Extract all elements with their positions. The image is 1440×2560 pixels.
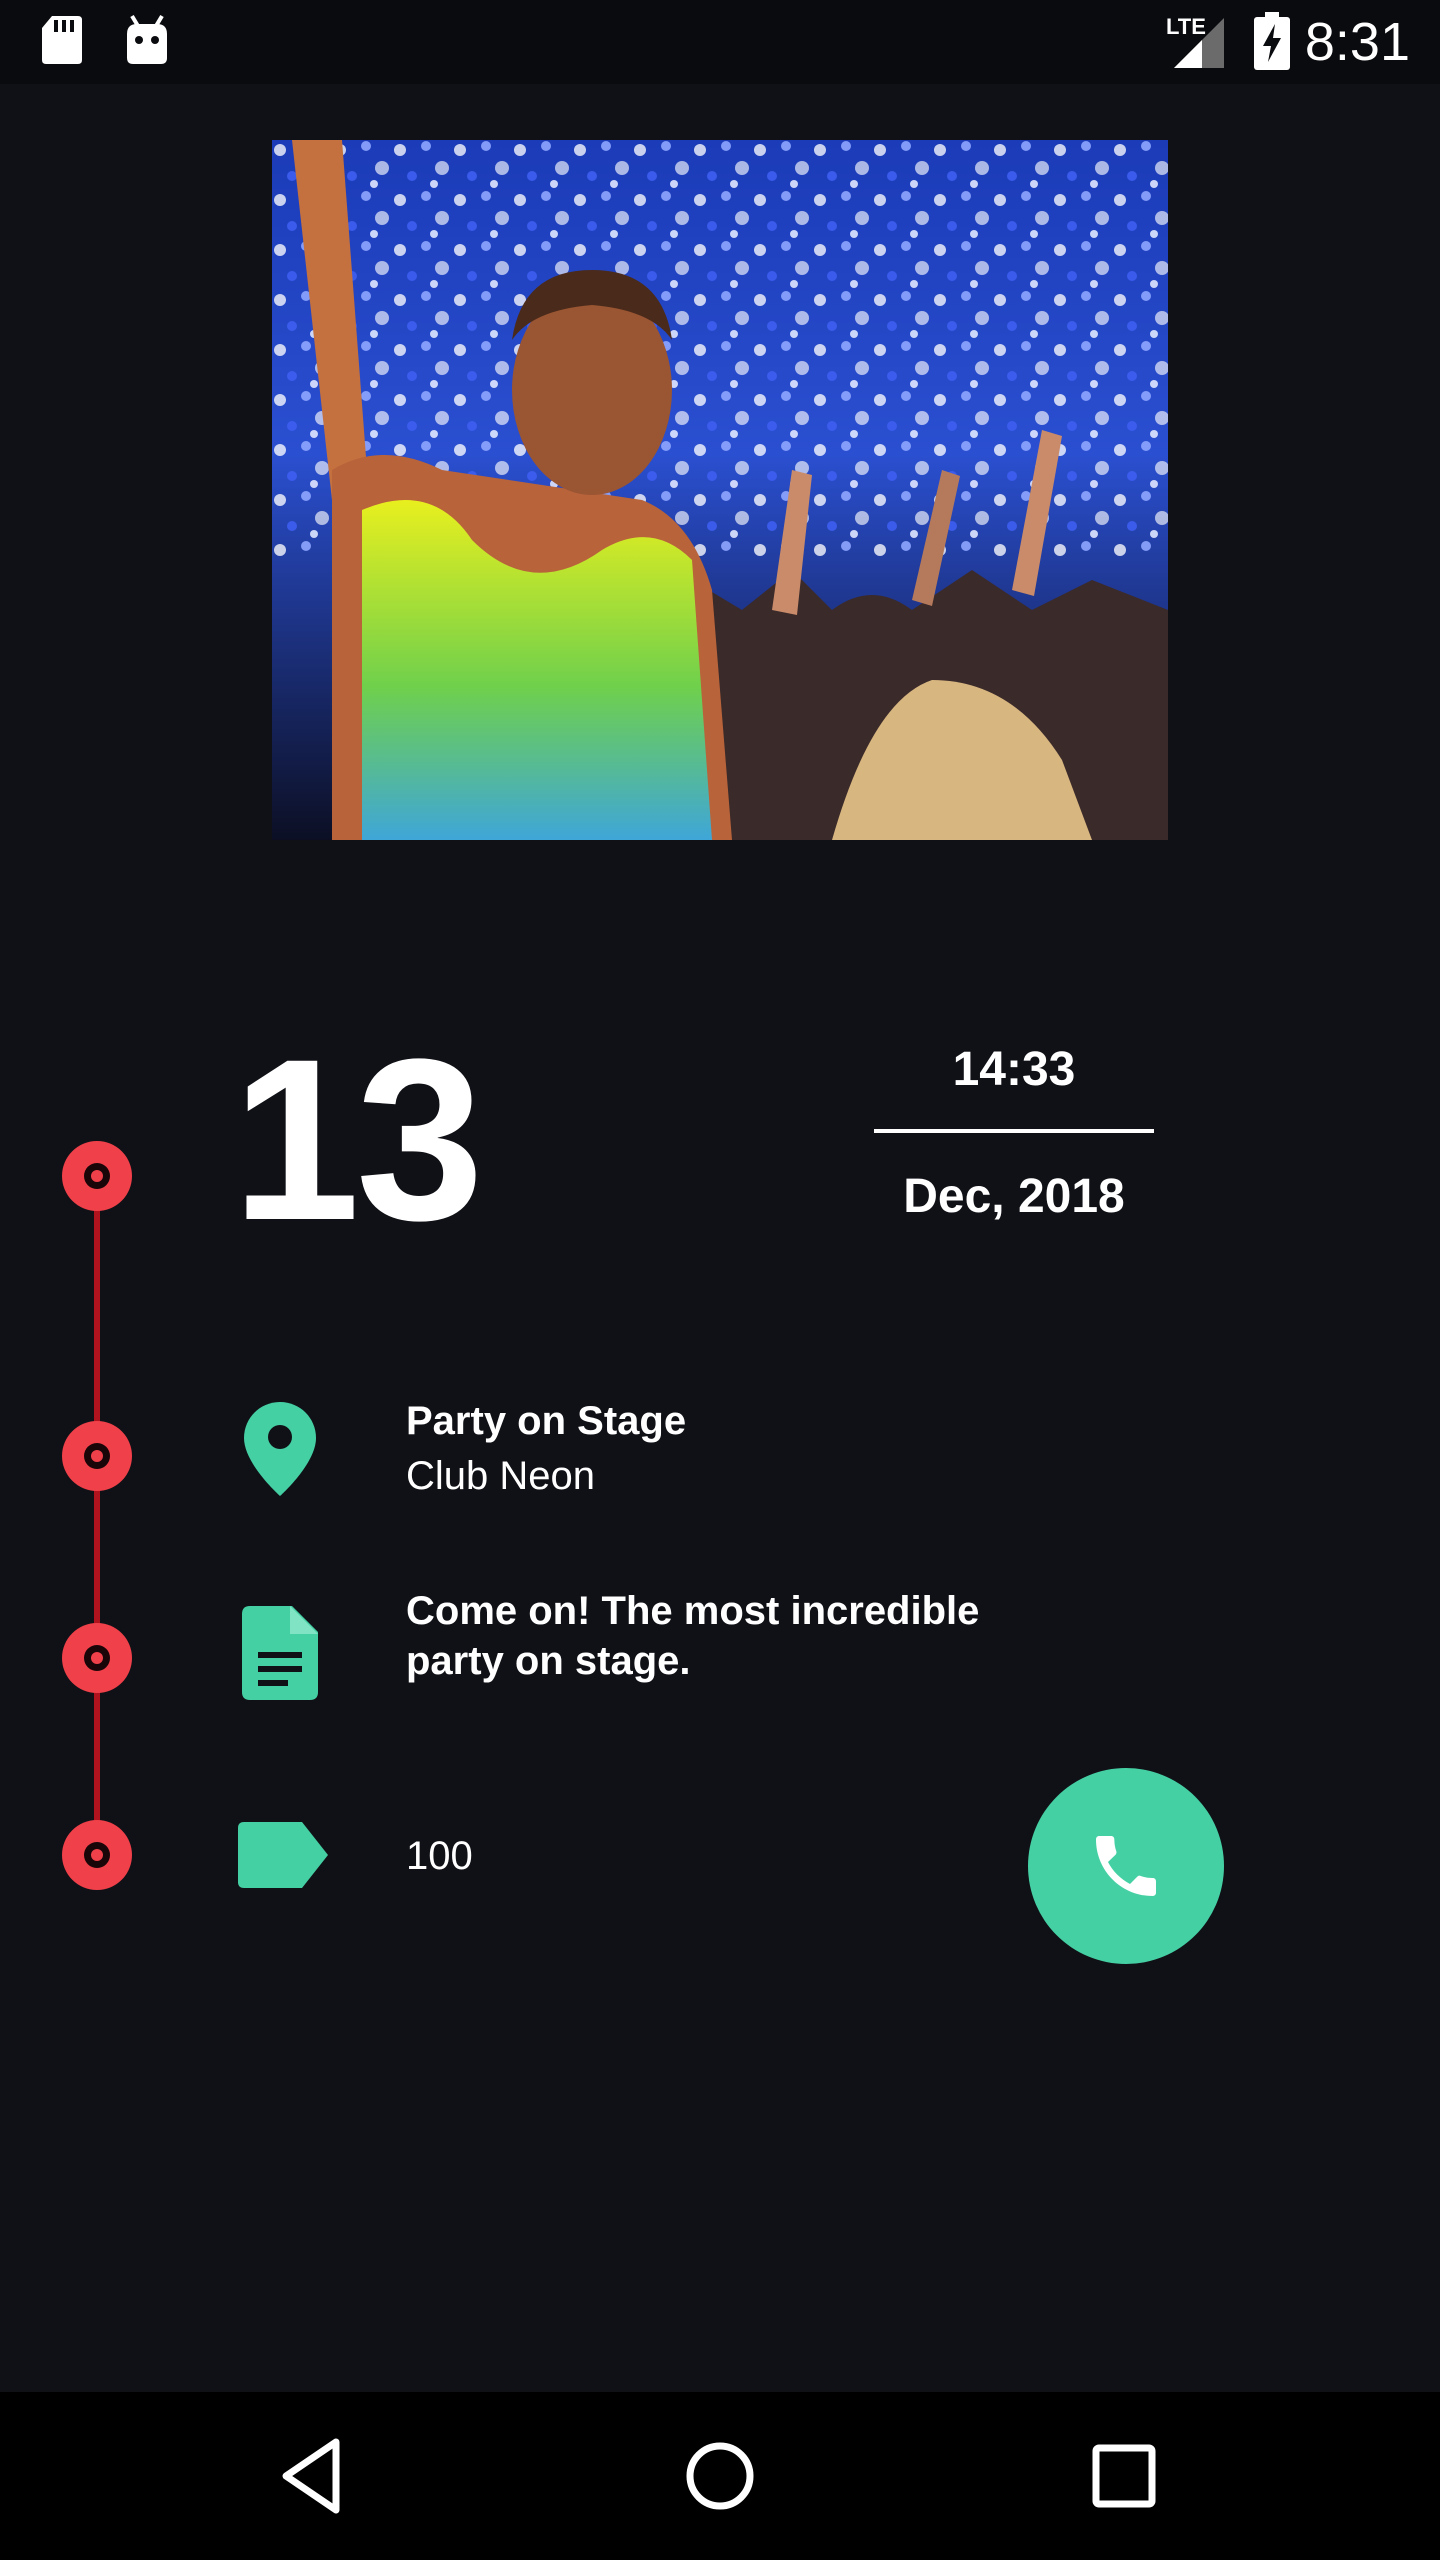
event-time: 14:33 (952, 1043, 1076, 1096)
recents-button[interactable] (1074, 2426, 1174, 2526)
event-tag-value: 100 (406, 1834, 473, 1878)
call-button[interactable] (1028, 1768, 1224, 1964)
document-icon (242, 1606, 318, 1705)
recents-icon (1092, 2444, 1156, 2508)
home-icon (686, 2442, 754, 2510)
status-bar: LTE 8:31 (0, 0, 1440, 84)
back-icon (282, 2438, 340, 2514)
timeline-line (94, 1176, 100, 1856)
timeline-dot-tag (62, 1820, 132, 1890)
signal-icon (1170, 16, 1226, 75)
phone-icon (1096, 1836, 1156, 1896)
android-debug-icon (124, 14, 170, 71)
timeline-dot-description (62, 1623, 132, 1693)
event-photo (272, 140, 1168, 840)
battery-charging-icon (1254, 12, 1290, 75)
status-time: 8:31 (1304, 12, 1410, 72)
event-day: 13 (232, 1011, 484, 1268)
home-button[interactable] (670, 2426, 770, 2526)
event-venue: Club Neon (406, 1454, 596, 1498)
sd-card-icon (40, 14, 84, 71)
event-month-year: Dec, 2018 (903, 1170, 1125, 1223)
event-title: Party on Stage (406, 1399, 687, 1443)
event-description: Come on! The most incredible party on st… (406, 1589, 980, 1683)
label-tag-icon (238, 1822, 328, 1893)
timeline-dot-date (62, 1141, 132, 1211)
timeline-dot-location (62, 1421, 132, 1491)
location-pin-icon (244, 1402, 316, 1501)
date-divider (874, 1129, 1154, 1133)
navigation-bar (0, 2392, 1440, 2560)
back-button[interactable] (266, 2426, 366, 2526)
